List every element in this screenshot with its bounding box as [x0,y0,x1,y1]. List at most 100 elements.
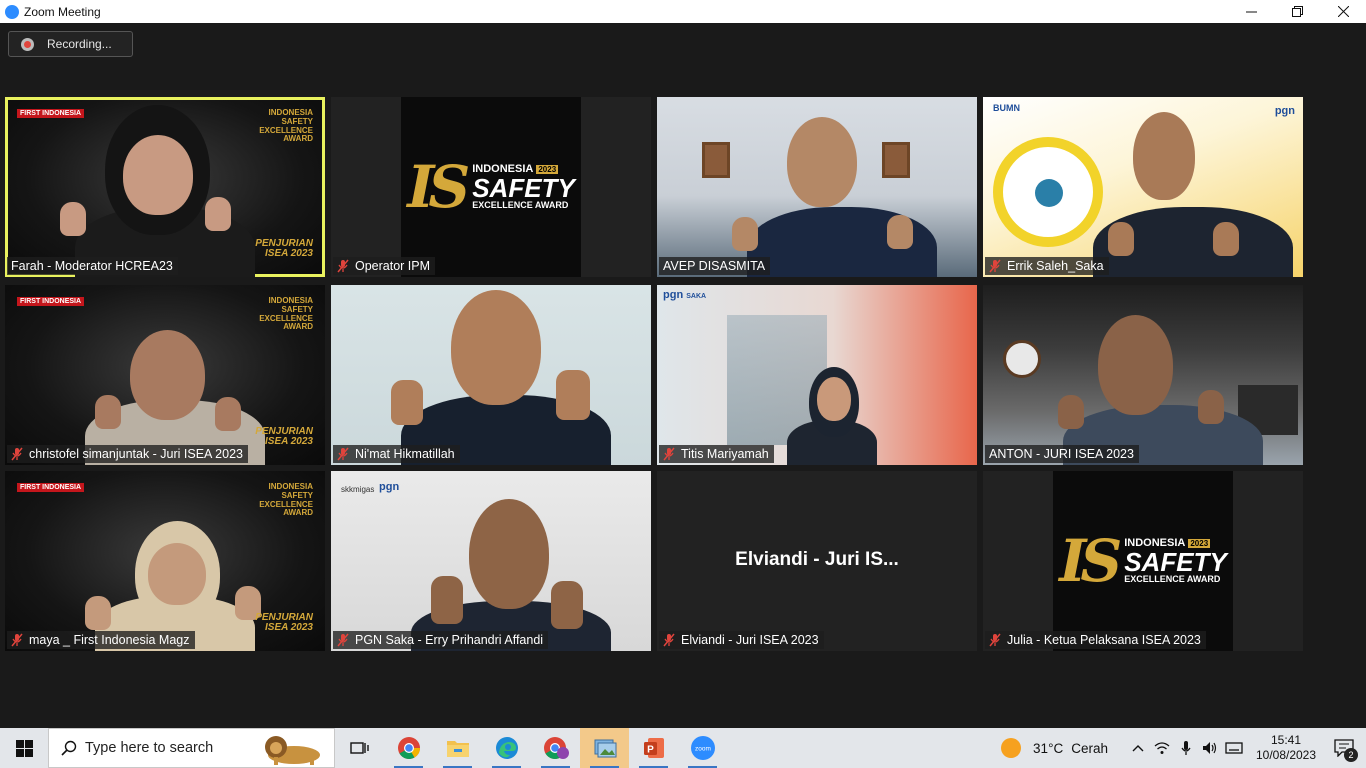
file-explorer-button[interactable] [433,728,482,768]
participant-name-text: christofel simanjuntak - Juri ISEA 2023 [29,447,243,461]
video-tile-anton[interactable]: ANTON - JURI ISEA 2023 [983,285,1303,465]
speaker-icon [1203,742,1217,754]
video-tile-operator-ipm[interactable]: IS INDONESIA 2023 SAFETY EXCELLENCE AWARD… [331,97,651,277]
participant-name: AVEP DISASMITA [659,257,771,275]
mic-muted-icon [337,447,349,461]
isea-small-logo: INDONESIA SAFETY EXCELLENCE AWARD [259,296,313,332]
start-button[interactable] [0,728,48,768]
wall-clock [1003,340,1041,378]
notification-center-button[interactable]: 2 [1322,728,1366,768]
window-title: Zoom Meeting [24,4,101,19]
svg-text:P: P [647,745,654,756]
search-placeholder: Type here to search [85,740,214,756]
pgn-logo: pgn [379,481,400,493]
taskbar-search[interactable]: Type here to search [48,728,335,768]
mic-muted-icon [663,447,675,461]
participant-name-text: Julia - Ketua Pelaksana ISEA 2023 [1007,633,1201,647]
clock-time: 15:41 [1270,733,1302,747]
participant-name: Ni'mat Hikmatillah [333,445,460,463]
task-view-button[interactable] [335,728,384,768]
participant-name: maya _ First Indonesia Magz [7,631,195,649]
mic-muted-icon [337,259,349,273]
zoom-icon: zoom [690,736,715,760]
microphone-button[interactable] [1174,728,1198,768]
participant-name: Julia - Ketua Pelaksana ISEA 2023 [985,631,1206,649]
first-indonesia-logo: FIRST INDONESIA [17,297,85,306]
isea-line2: SAFETY [472,173,575,203]
network-button[interactable] [1150,728,1174,768]
notification-count: 2 [1344,748,1358,762]
participant-name-text: Elviandi - Juri ISEA 2023 [681,633,819,647]
keyboard-icon [1225,742,1243,754]
video-tile-maya[interactable]: FIRST INDONESIA INDONESIA SAFETY EXCELLE… [5,471,325,651]
restore-icon [1291,6,1303,17]
video-tile-pgn-saka[interactable]: skkmigas pgn PGN Saka - Erry Prihandri A… [331,471,651,651]
photos-icon [594,739,616,758]
photos-button[interactable] [580,728,629,768]
penjurian-overlay: PENJURIAN ISEA 2023 [255,427,313,447]
minimize-button[interactable] [1228,0,1274,23]
minimize-icon [1245,11,1257,13]
window-titlebar: Zoom Meeting [0,0,1366,23]
system-clock[interactable]: 15:41 10/08/2023 [1250,733,1322,763]
chrome-icon [397,737,420,759]
video-tile-christofel[interactable]: FIRST INDONESIA INDONESIA SAFETY EXCELLE… [5,285,325,465]
isea-logo: IS INDONESIA 2023 SAFETY EXCELLENCE AWARD [401,97,581,277]
chrome-profile-button[interactable] [531,728,580,768]
show-hidden-icons-button[interactable] [1126,728,1150,768]
mic-muted-icon [989,633,1001,647]
restore-button[interactable] [1274,0,1320,23]
isea-line3: EXCELLENCE AWARD [472,200,569,210]
video-tile-julia[interactable]: IS INDONESIA 2023 SAFETY EXCELLENCE AWARD… [983,471,1303,651]
chrome-profile-icon [543,737,569,759]
chrome-button[interactable] [384,728,433,768]
participant-display-name: Elviandi - Juri IS... [735,549,899,570]
isea-small-logo: INDONESIA SAFETY EXCELLENCE AWARD [259,482,313,518]
meeting-stage: Recording... FIRST INDONESIA INDONESIA S… [0,23,1366,728]
language-button[interactable] [1222,728,1246,768]
system-tray: 31°C Cerah 15:41 10/08/2023 2 [1001,728,1366,768]
participant-name: Elviandi - Juri ISEA 2023 [659,631,824,649]
zoom-button[interactable]: zoom [678,728,727,768]
penjurian-overlay: PENJURIAN ISEA 2023 [255,239,313,259]
microphone-icon [1181,741,1191,755]
video-tile-farah[interactable]: FIRST INDONESIA INDONESIA SAFETY EXCELLE… [5,97,325,277]
participant-name-text: Farah - Moderator HCREA23 [11,259,173,273]
folder-icon [446,741,469,757]
window-controls [1228,0,1366,23]
edge-button[interactable] [482,728,531,768]
isea-line2: SAFETY [1124,547,1227,577]
participant-name: Operator IPM [333,257,436,275]
penjurian-overlay: PENJURIAN ISEA 2023 [255,613,313,633]
weather-widget[interactable]: 31°C Cerah [1001,738,1108,758]
edge-icon [495,737,518,759]
close-icon [1337,6,1349,17]
powerpoint-button[interactable]: P [629,728,678,768]
video-tile-errik[interactable]: BUMN pgn Errik Saleh_Saka [983,97,1303,277]
search-highlight-lion-icon [265,736,320,765]
recording-label: Recording... [47,37,112,51]
chevron-up-icon [1132,745,1144,752]
saka-logo-text: SAKA [686,293,707,300]
volume-button[interactable] [1198,728,1222,768]
participant-name-text: Operator IPM [355,259,431,273]
participant-name: christofel simanjuntak - Juri ISEA 2023 [7,445,248,463]
isea-year-label: ISEA 2023 [265,248,313,259]
search-icon [61,740,77,756]
isea-year-label: ISEA 2023 [265,436,313,447]
bumn-logo: BUMN [993,103,1020,113]
video-tile-elviandi[interactable]: Elviandi - Juri IS... Elviandi - Juri IS… [657,471,977,651]
participant-name-text: AVEP DISASMITA [663,259,766,273]
recording-indicator[interactable]: Recording... [8,31,133,57]
mic-muted-icon [663,633,675,647]
participant-name-text: Ni'mat Hikmatillah [355,447,455,461]
task-view-icon [349,742,369,754]
wifi-icon [1154,742,1170,754]
close-button[interactable] [1320,0,1366,23]
video-tile-nimat[interactable]: Ni'mat Hikmatillah [331,285,651,465]
video-tile-titis[interactable]: pgn SAKA Titis Mariyamah [657,285,977,465]
windows-logo-icon [15,739,33,757]
participant-name-text: Titis Mariyamah [681,447,769,461]
participant-name-text: maya _ First Indonesia Magz [29,633,190,647]
video-tile-avep[interactable]: AVEP DISASMITA [657,97,977,277]
